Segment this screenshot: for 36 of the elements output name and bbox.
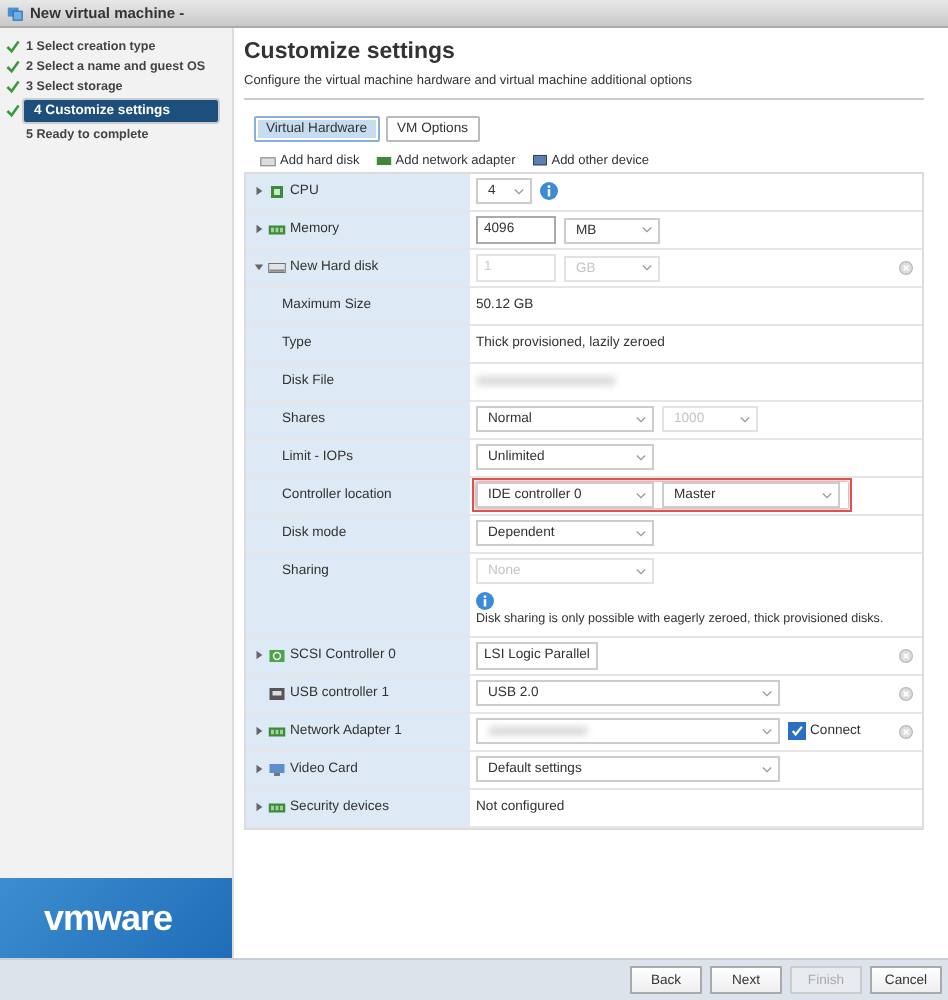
info-icon[interactable] [540, 182, 558, 200]
vmware-logo: vmware [44, 897, 173, 939]
memory-icon [268, 800, 286, 816]
expand-arrow-icon[interactable] [254, 262, 264, 272]
caret-icon [740, 415, 750, 423]
usb-icon [268, 686, 286, 702]
memory-icon [268, 724, 286, 740]
blurred-text [476, 376, 616, 386]
caret-icon [636, 491, 646, 499]
caret-icon [636, 529, 646, 537]
caret-icon [636, 415, 646, 423]
monitor-icon [268, 762, 286, 778]
device-icon [531, 154, 548, 168]
expand-arrow-icon[interactable] [254, 726, 264, 736]
caret-icon [762, 727, 772, 735]
memory-icon [268, 222, 286, 238]
caret-icon [822, 491, 832, 499]
expand-arrow-icon[interactable] [254, 764, 264, 774]
expand-arrow-icon[interactable] [254, 650, 264, 660]
page-heading: Customize settings [244, 40, 457, 64]
checkmark-icon [790, 724, 804, 738]
caret-icon [636, 453, 646, 461]
caret-icon [762, 765, 772, 773]
network-card-icon [375, 154, 392, 168]
caret-icon [636, 567, 646, 575]
expand-arrow-icon[interactable] [254, 802, 264, 812]
controller-icon [268, 648, 286, 664]
chip-icon [268, 184, 286, 200]
caret-icon [762, 689, 772, 697]
caret-icon [642, 226, 652, 234]
caret-icon [642, 264, 652, 272]
expand-arrow-icon[interactable] [254, 224, 264, 234]
caret-icon [514, 187, 524, 195]
expand-arrow-icon[interactable] [254, 186, 264, 196]
info-icon [476, 592, 494, 610]
vm-icon [6, 4, 24, 22]
